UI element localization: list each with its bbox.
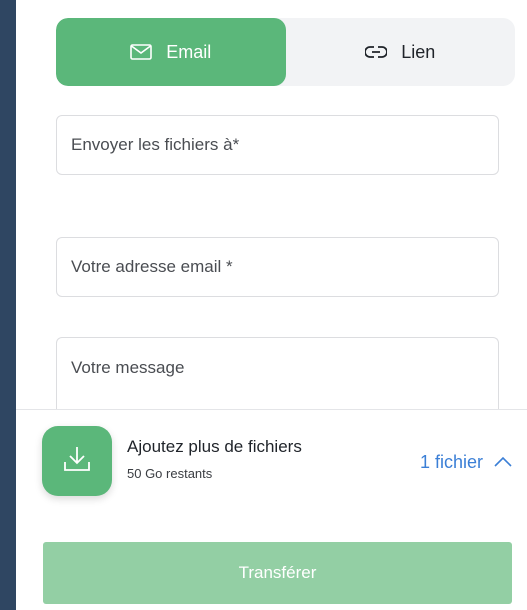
transfer-mode-tabs: Email Lien	[56, 18, 515, 86]
message-placeholder: Votre message	[71, 358, 185, 377]
recipients-placeholder: Envoyer les fichiers à*	[71, 135, 240, 154]
remaining-storage: 50 Go restants	[127, 466, 213, 481]
tab-link-label: Lien	[401, 41, 436, 62]
add-files-button[interactable]	[42, 426, 112, 496]
link-icon	[365, 45, 388, 59]
transfer-panel: Email Lien Envoyer les fichiers à* Votre…	[16, 0, 527, 610]
envelope-icon	[130, 44, 153, 60]
add-files-title[interactable]: Ajoutez plus de fichiers	[127, 437, 302, 457]
tab-link[interactable]: Lien	[286, 18, 516, 86]
sender-email-input[interactable]: Votre adresse email *	[56, 237, 499, 297]
file-count-toggle[interactable]: 1 fichier	[420, 452, 513, 473]
tab-email[interactable]: Email	[56, 18, 286, 86]
recipients-input[interactable]: Envoyer les fichiers à*	[56, 115, 499, 175]
chevron-up-icon	[493, 452, 513, 473]
transfer-button[interactable]: Transférer	[43, 542, 512, 604]
sender-email-placeholder: Votre adresse email *	[71, 257, 233, 276]
file-count-label: 1 fichier	[419, 452, 483, 472]
tab-email-label: Email	[166, 41, 212, 62]
upload-icon	[62, 444, 92, 479]
upload-footer: Ajoutez plus de fichiers 50 Go restants …	[16, 409, 527, 610]
